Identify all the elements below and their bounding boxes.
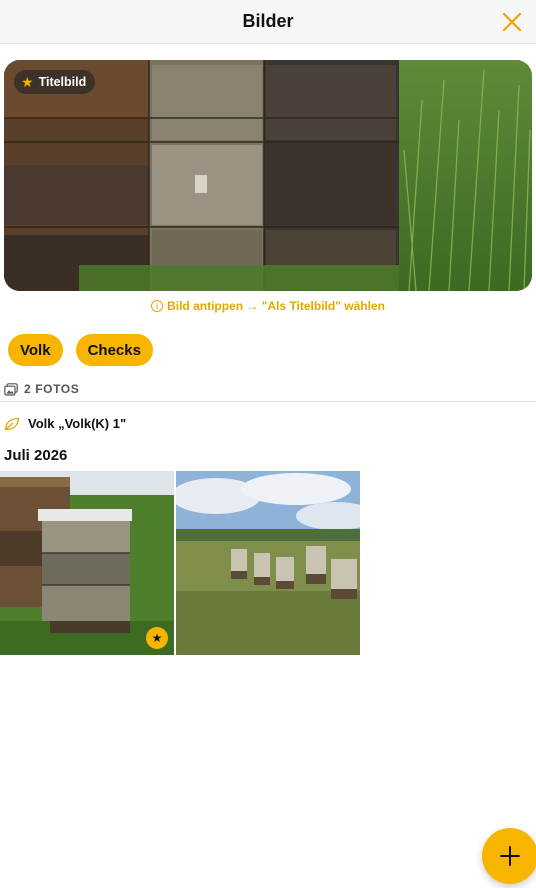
add-photo-button[interactable] bbox=[482, 828, 536, 884]
photo-count-row: 2 FOTOS bbox=[4, 382, 79, 396]
photos-icon bbox=[4, 382, 18, 396]
volk-group-label: Volk „Volk(K) 1" bbox=[28, 416, 127, 431]
volk-group-header: Volk „Volk(K) 1" bbox=[4, 416, 126, 431]
filter-chips: Volk Checks bbox=[8, 334, 153, 366]
close-icon bbox=[502, 12, 522, 32]
filter-chip-checks[interactable]: Checks bbox=[75, 334, 153, 366]
title-image-badge: ★ Titelbild bbox=[14, 70, 96, 94]
photo-thumbnail[interactable] bbox=[176, 471, 360, 655]
star-icon: ★ bbox=[21, 74, 34, 90]
month-heading: Juli 2026 bbox=[4, 447, 68, 464]
close-button[interactable] bbox=[500, 10, 524, 34]
title-image-star-icon: ★ bbox=[146, 627, 168, 649]
beehives-photo bbox=[0, 471, 174, 655]
leaf-icon bbox=[4, 417, 20, 430]
header-bar: Bilder bbox=[0, 0, 536, 44]
cover-hint: i Bild antippen → "Als Titelbild" wählen bbox=[0, 299, 536, 313]
cover-image[interactable]: ★ Titelbild bbox=[4, 60, 532, 291]
title-image-badge-label: Titelbild bbox=[38, 75, 87, 89]
plus-icon bbox=[500, 846, 520, 866]
cover-hint-text: Bild antippen → "Als Titelbild" wählen bbox=[167, 299, 385, 313]
apiary-photo bbox=[176, 471, 360, 655]
filter-chip-volk[interactable]: Volk bbox=[8, 334, 63, 366]
divider bbox=[0, 401, 536, 402]
photo-thumbnail[interactable]: ★ bbox=[0, 471, 174, 655]
cover-photo bbox=[4, 60, 532, 291]
info-icon: i bbox=[151, 300, 164, 312]
page-title: Bilder bbox=[242, 11, 294, 31]
photo-count: 2 FOTOS bbox=[24, 382, 80, 396]
